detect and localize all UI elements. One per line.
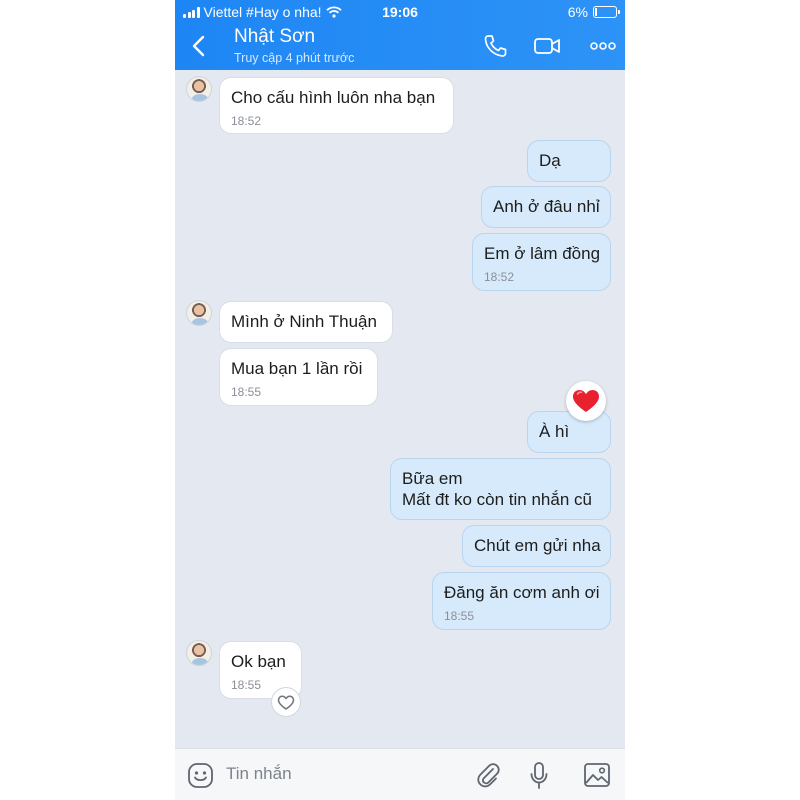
contact-avatar[interactable]: [186, 76, 212, 102]
contact-avatar[interactable]: [186, 640, 212, 666]
status-bar: Viettel #Hay o nha! 19:06 6%: [175, 0, 625, 24]
heart-icon: [573, 390, 599, 412]
message-bubble-outgoing[interactable]: Chút em gửi nha: [463, 526, 610, 566]
chat-screen: Viettel #Hay o nha! 19:06 6% Nhật Sơn Tr…: [175, 0, 625, 800]
message-time: 18:55: [444, 609, 475, 623]
back-icon[interactable]: [187, 32, 211, 60]
message-bubble-incoming[interactable]: Mua bạn 1 lần rồi 18:55: [220, 349, 377, 405]
message-text: Anh ở đâu nhỉ: [493, 197, 600, 216]
message-bubble-incoming[interactable]: Mình ở Ninh Thuận: [220, 302, 392, 342]
message-time: 18:52: [231, 114, 262, 128]
message-text: Mua bạn 1 lần rồi: [231, 359, 363, 378]
more-icon[interactable]: [589, 33, 617, 59]
attachment-icon[interactable]: [474, 761, 502, 789]
message-bubble-outgoing[interactable]: Anh ở đâu nhỉ: [482, 187, 610, 227]
message-bubble-outgoing[interactable]: Dạ: [528, 141, 610, 181]
message-text: Đăng ăn cơm anh ơi: [444, 583, 600, 602]
message-text: Ok bạn: [231, 652, 286, 671]
message-input[interactable]: Tin nhắn: [226, 764, 292, 784]
image-icon[interactable]: [583, 762, 611, 788]
message-bubble-outgoing[interactable]: Đăng ăn cơm anh ơi 18:55: [433, 573, 610, 629]
chat-header: Viettel #Hay o nha! 19:06 6% Nhật Sơn Tr…: [175, 0, 625, 70]
phone-icon[interactable]: [481, 33, 509, 59]
message-input-bar: Tin nhắn: [175, 748, 625, 800]
message-text: Mình ở Ninh Thuận: [231, 312, 377, 331]
message-text: À hì: [539, 422, 570, 441]
message-time: 18:55: [231, 385, 262, 399]
microphone-icon[interactable]: [528, 761, 550, 791]
message-line: Bữa em: [402, 469, 463, 488]
video-call-icon[interactable]: [533, 33, 561, 59]
emoji-icon[interactable]: [187, 762, 214, 789]
contact-name[interactable]: Nhật Sơn: [234, 26, 315, 48]
message-line: Mất đt ko còn tin nhắn cũ: [402, 490, 592, 509]
message-bubble-incoming[interactable]: Cho cấu hình luôn nha bạn 18:52: [220, 78, 453, 133]
message-text: Chút em gửi nha: [474, 536, 601, 555]
react-button[interactable]: [272, 688, 300, 716]
message-bubble-outgoing[interactable]: Em ở lâm đồng 18:52: [473, 234, 610, 290]
battery-label: 6%: [567, 4, 588, 20]
message-text: Dạ: [539, 151, 561, 170]
message-text: Em ở lâm đồng: [484, 244, 601, 263]
message-time: 18:52: [484, 270, 515, 284]
heart-reaction-badge[interactable]: [566, 381, 606, 421]
heart-outline-icon: [277, 695, 295, 710]
contact-avatar[interactable]: [186, 300, 212, 326]
message-text: Cho cấu hình luôn nha bạn: [231, 88, 436, 107]
status-time: 19:06: [382, 4, 418, 20]
contact-status: Truy cập 4 phút trước: [234, 51, 355, 65]
message-bubble-outgoing[interactable]: Bữa em Mất đt ko còn tin nhắn cũ: [391, 459, 610, 519]
battery-icon: [593, 6, 620, 18]
